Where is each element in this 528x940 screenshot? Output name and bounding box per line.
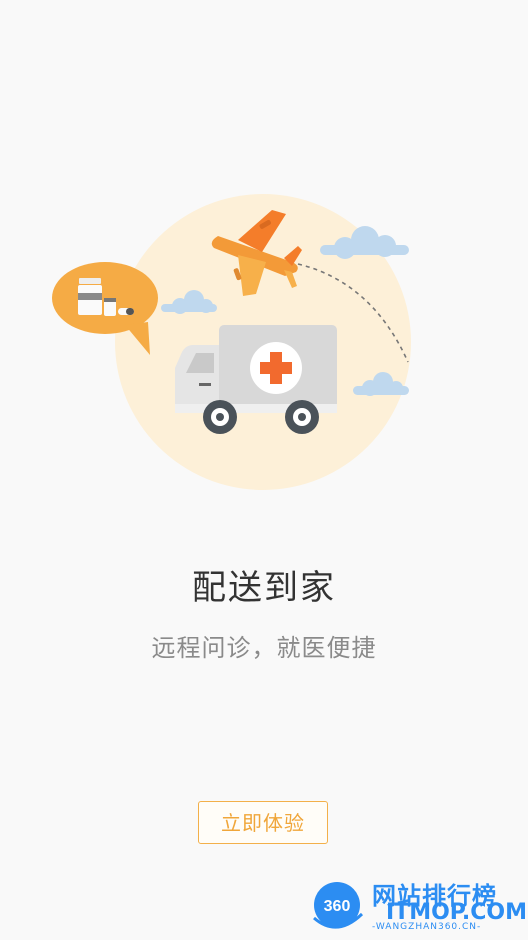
page-subtitle: 远程问诊，就医便捷 xyxy=(151,634,377,662)
watermark-logo-text: 360 xyxy=(324,898,351,915)
start-experience-button[interactable]: 立即体验 xyxy=(198,801,328,844)
page-title: 配送到家 xyxy=(192,568,336,608)
delivery-illustration xyxy=(52,194,411,490)
watermark-logo-icon: 360 xyxy=(313,882,364,929)
watermark-subdomain: -WANGZHAN360.CN- xyxy=(372,922,482,932)
medical-cross-icon xyxy=(250,342,302,394)
site-watermark: 360 网站排行榜 ITMOP.COM -WANGZHAN360.CN- xyxy=(308,876,527,936)
onboarding-screen: 配送到家 远程问诊，就医便捷 立即体验 360 网站排行榜 ITMOP.COM … xyxy=(0,0,528,940)
medicine-bubble-icon xyxy=(52,262,158,355)
